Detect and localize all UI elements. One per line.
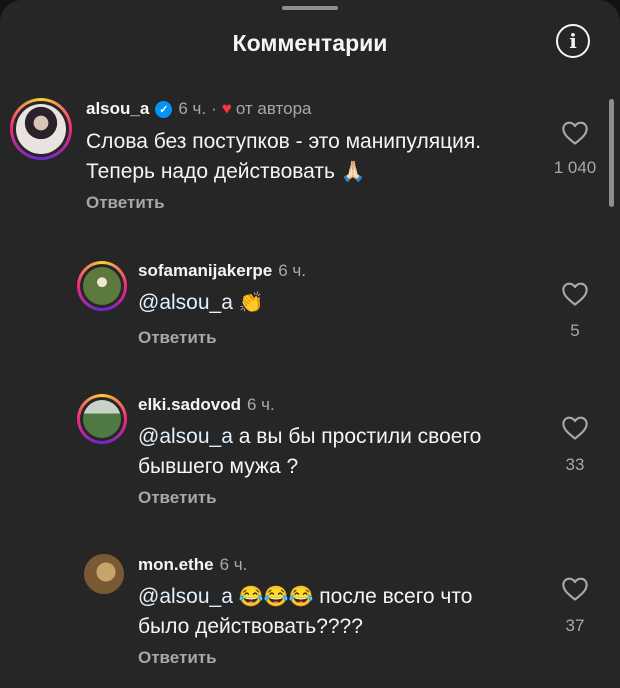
timestamp: 6 ч. [178,99,207,118]
laughing-emoji: 😂😂😂 [238,586,314,608]
author-badge: от автора [235,99,312,118]
heart-icon: ♥ [221,99,232,118]
mention-link[interactable]: @alsou_a [138,585,233,608]
like-count: 37 [565,616,585,635]
avatar[interactable] [77,261,127,311]
timestamp: 6 ч. [219,555,248,574]
avatar[interactable] [77,394,127,444]
mention-link[interactable]: @alsou_a [138,425,233,448]
comment-text-line: после всего что [319,585,473,608]
username[interactable]: elki.sadovod [138,395,241,415]
comment-text-line: Теперь надо действовать [86,160,335,183]
pray-emoji: 🙏🏻 [340,161,366,183]
drag-handle[interactable] [282,6,338,10]
verified-icon: ✓ [155,100,173,118]
scrollbar[interactable] [609,99,614,207]
comment-text-line: Слова без поступков - это манипуляция. [86,130,482,153]
reply-button[interactable]: Ответить [138,648,217,668]
username[interactable]: alsou_a [86,99,149,119]
like-count: 33 [565,455,585,474]
comment-text-line: было действовать???? [138,615,363,638]
avatar[interactable] [84,554,124,594]
comment-text-line: а вы бы простили своего [238,425,482,448]
page-title: Комментарии [232,30,388,56]
clap-emoji: 👏 [238,292,264,314]
reply-button[interactable]: Ответить [138,488,217,508]
separator-dot: · [211,99,217,118]
reply-button[interactable]: Ответить [86,193,165,213]
heart-outline-icon[interactable] [561,281,589,307]
reply-button[interactable]: Ответить [138,328,217,348]
like-count: 5 [570,321,580,340]
username[interactable]: mon.ethe [138,555,214,575]
comments-sheet: Комментарии i alsou_a ✓ 6 ч. · ♥ от авто… [0,0,620,688]
timestamp: 6 ч. [278,261,306,280]
heart-outline-icon[interactable] [561,415,589,441]
timestamp: 6 ч. [246,395,275,414]
comment-text-line: бывшего мужа ? [138,455,299,478]
like-count: 1 040 [553,158,597,177]
avatar[interactable] [10,98,72,160]
username[interactable]: sofamanijakerpe [138,261,272,281]
heart-outline-icon[interactable] [561,576,589,602]
info-icon[interactable]: i [556,24,590,58]
heart-outline-icon[interactable] [561,120,589,146]
mention-link[interactable]: @alsou_a [138,291,233,314]
